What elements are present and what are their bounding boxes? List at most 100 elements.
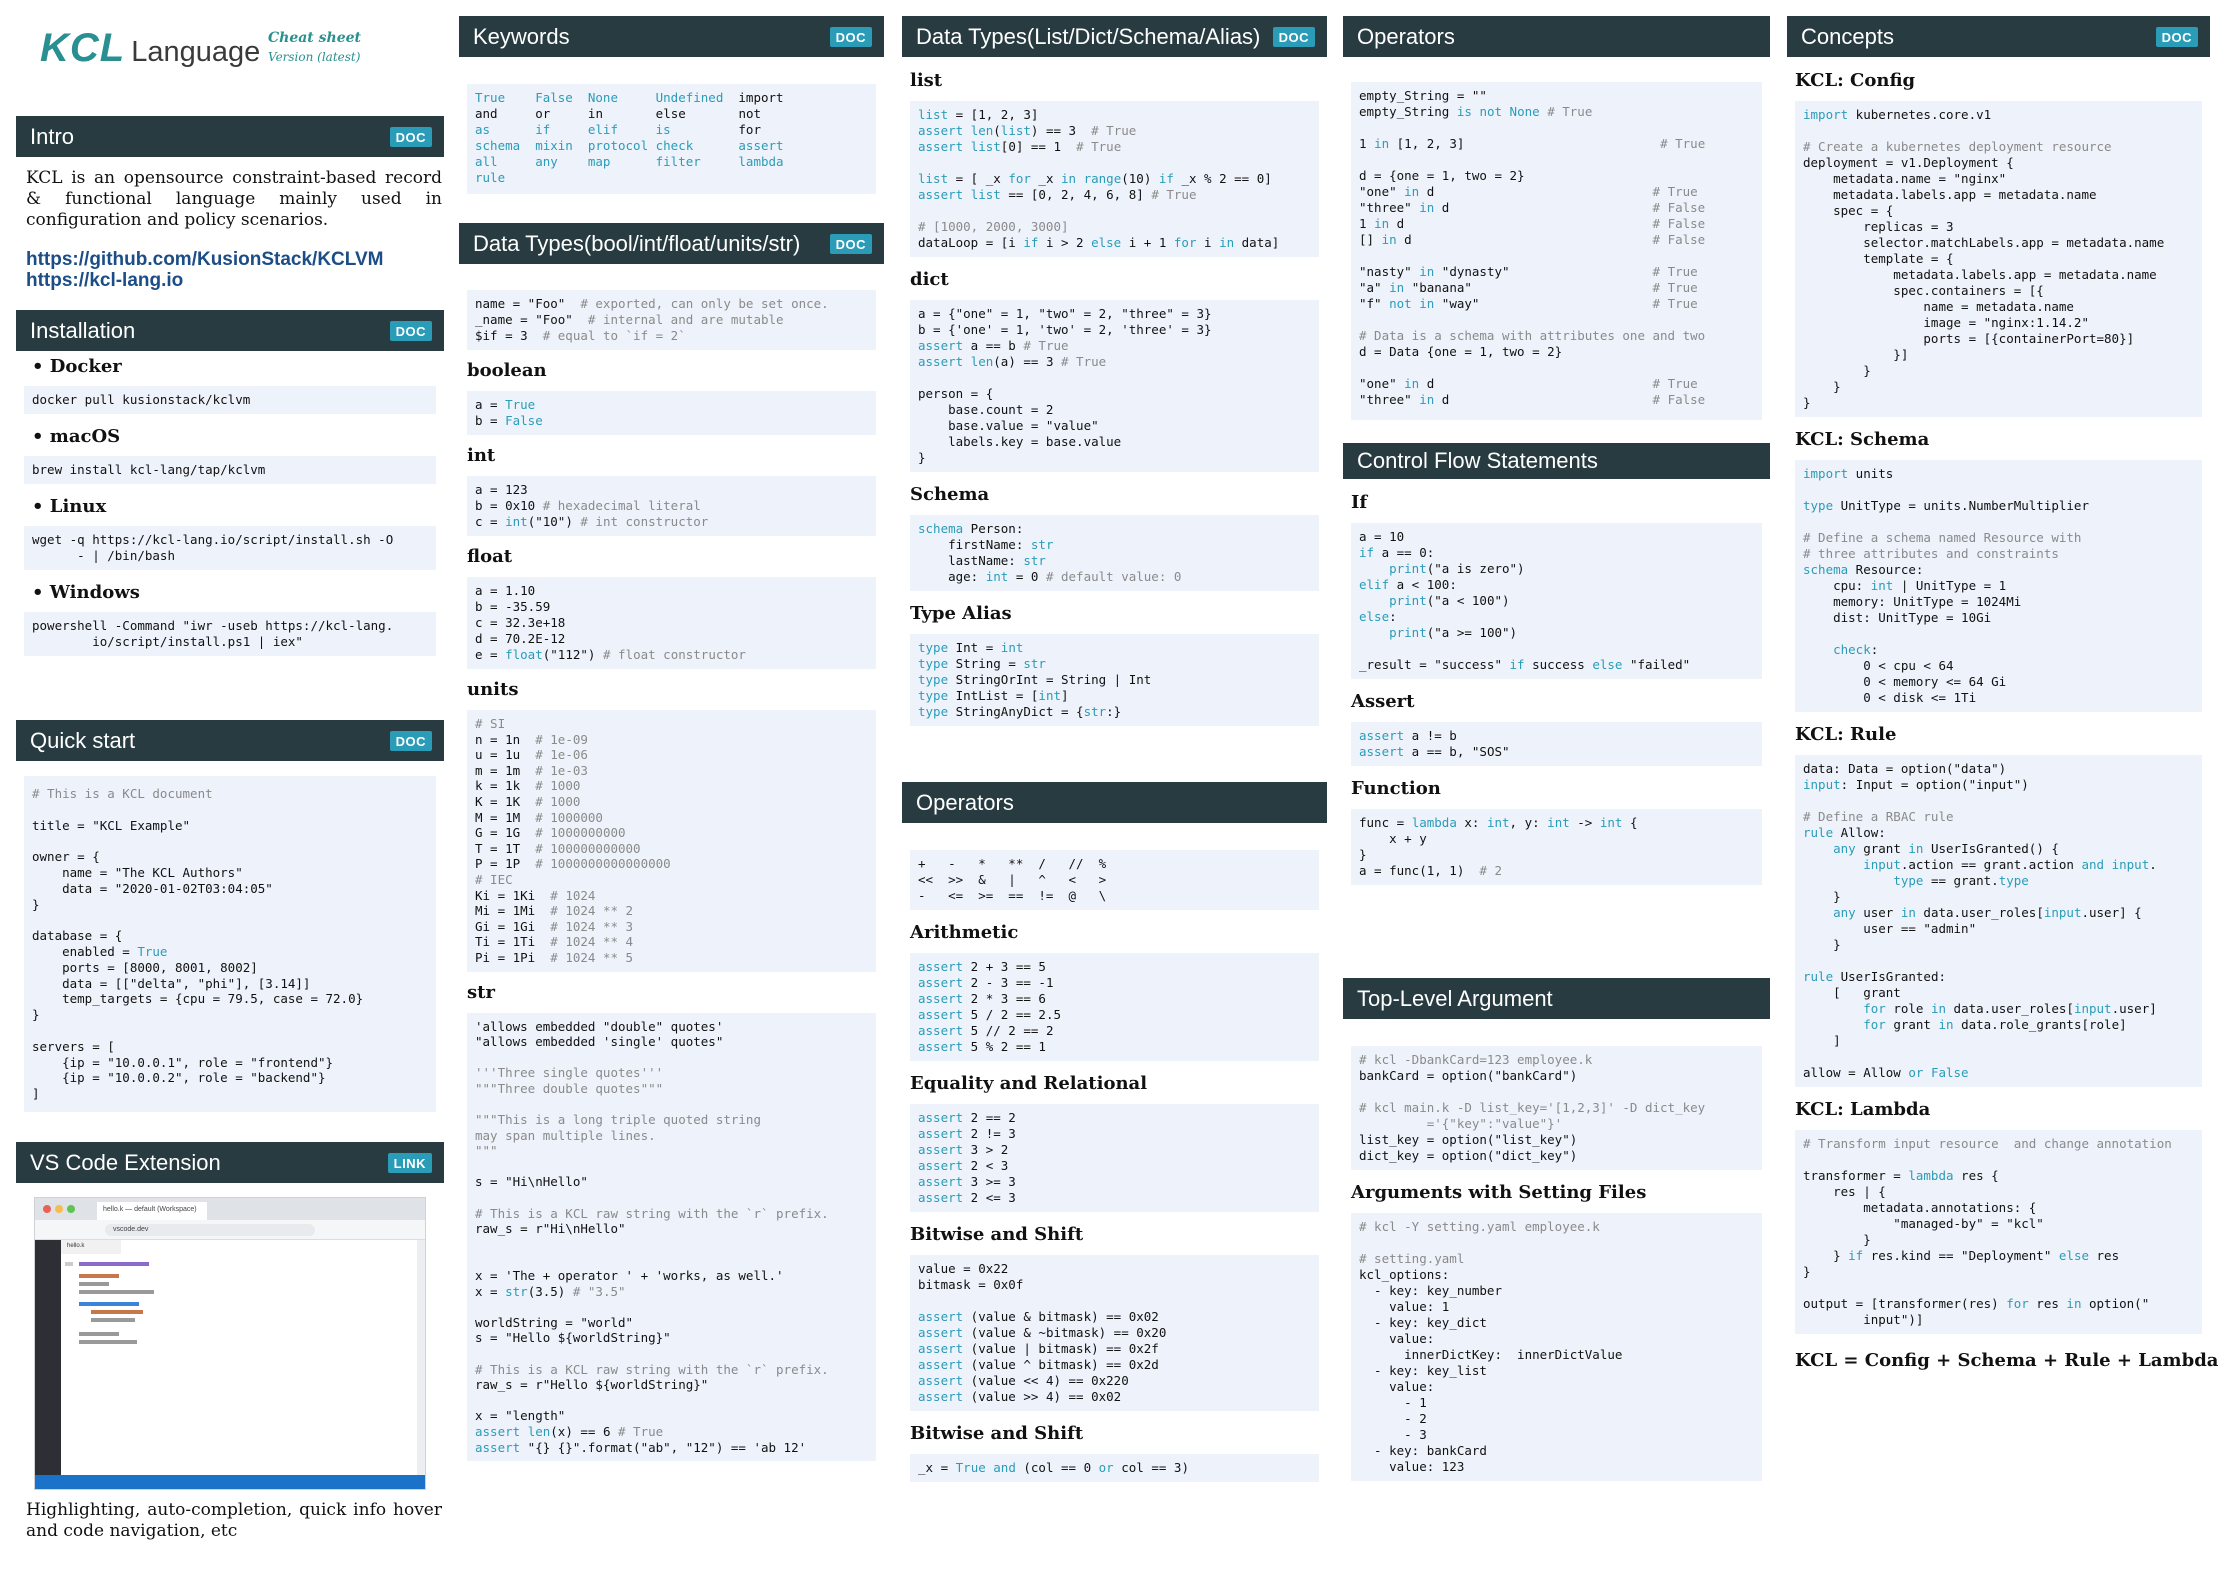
code-line	[79, 1302, 139, 1306]
quickstart-header: Quick start DOC	[16, 720, 444, 761]
datatypes2-doc-badge[interactable]: DOC	[1272, 26, 1315, 47]
keywords-header: Keywords DOC	[459, 16, 884, 57]
quickstart-code: # This is a KCL document title = "KCL Ex…	[24, 776, 436, 1112]
datatypes1-header: Data Types(bool/int/float/units/str) DOC	[459, 223, 884, 264]
operators1-body: empty_String = "" empty_String is not No…	[1351, 82, 1762, 420]
quickstart-title: Quick start	[30, 727, 136, 753]
maximize-dot-icon	[67, 1205, 75, 1213]
intro-header: Intro DOC	[16, 116, 444, 157]
function-heading: Function	[1351, 778, 1441, 799]
rule-heading: KCL: Rule	[1795, 724, 1897, 745]
operators2-section: Operators	[902, 782, 1327, 823]
toplevel-section: Top-Level Argument	[1343, 978, 1770, 1019]
list-heading: list	[910, 70, 943, 91]
if-heading: If	[1351, 492, 1368, 513]
datatypes2-body: list list = [1, 2, 3] assert len(list) =…	[910, 70, 1319, 726]
quickstart-doc-badge[interactable]: DOC	[389, 730, 432, 751]
concepts-doc-badge[interactable]: DOC	[2155, 26, 2198, 47]
equality-heading: Equality and Relational	[910, 1073, 1148, 1094]
docker-label: Docker	[49, 356, 122, 377]
toplevel-body: # kcl -DbankCard=123 employee.k bankCard…	[1351, 1046, 1762, 1481]
setting-code: # kcl -Y setting.yaml employee.k # setti…	[1351, 1213, 1762, 1481]
schema-concept-heading: KCL: Schema	[1795, 429, 1930, 450]
vscode-title: VS Code Extension	[30, 1149, 221, 1175]
editor-tab: hello.k	[61, 1240, 121, 1254]
setting-heading: Arguments with Setting Files	[1351, 1182, 1647, 1203]
int-heading: int	[467, 445, 496, 466]
assignment-code: name = "Foo" # exported, can only be set…	[467, 290, 876, 350]
linux-code: wget -q https://kcl-lang.io/script/insta…	[24, 526, 436, 570]
installation-header: Installation DOC	[16, 310, 444, 351]
datatypes2-section: Data Types(List/Dict/Schema/Alias) DOC	[902, 16, 1327, 57]
keywords-doc-badge[interactable]: DOC	[829, 26, 872, 47]
editor-scrollbar[interactable]	[417, 1240, 425, 1475]
column-1: Intro DOC KCL is an opensource constrain…	[16, 16, 444, 1576]
concepts-title: Concepts	[1801, 23, 1894, 49]
operators2-header: Operators	[902, 782, 1327, 823]
schema-concept-code: import units type UnitType = units.Numbe…	[1795, 460, 2202, 712]
browser-url: vscode.dev	[105, 1224, 315, 1236]
quickstart-body: # This is a KCL document title = "KCL Ex…	[24, 776, 436, 1112]
concepts-header: Concepts DOC	[1787, 16, 2210, 57]
operators1-header: Operators	[1343, 16, 1770, 57]
code-line	[79, 1262, 149, 1266]
operators2-title: Operators	[916, 789, 1014, 815]
operators2-body: + - * ** / // % << >> & | ^ < > - <= >= …	[910, 850, 1319, 1482]
datatypes2-title: Data Types(List/Dict/Schema/Alias)	[916, 23, 1261, 49]
intro-body: KCL is an opensource constraint-based re…	[26, 168, 442, 291]
status-bar	[35, 1475, 425, 1489]
macos-heading: • macOS	[32, 426, 121, 447]
installation-section: Installation DOC	[16, 310, 444, 351]
lambda-code: # Transform input resource and change an…	[1795, 1130, 2202, 1334]
vscode-link-badge[interactable]: LINK	[387, 1152, 432, 1173]
bitwise-code-1: value = 0x22 bitmask = 0x0f assert (valu…	[910, 1255, 1319, 1411]
browser-tab: hello.k — default (Workspace)	[97, 1202, 207, 1220]
vscode-header: VS Code Extension LINK	[16, 1142, 444, 1183]
code-line	[79, 1332, 119, 1336]
toplevel-header: Top-Level Argument	[1343, 978, 1770, 1019]
column-4: Operators empty_String = "" empty_String…	[1343, 16, 1770, 1576]
code-line	[79, 1282, 109, 1286]
installation-doc-badge[interactable]: DOC	[389, 320, 432, 341]
str-heading: str	[467, 981, 495, 1003]
code-line	[79, 1274, 119, 1278]
website-link[interactable]: https://kcl-lang.io	[26, 270, 442, 291]
if-code: a = 10 if a == 0: print("a is zero") eli…	[1351, 523, 1762, 679]
schema-code: schema Person: firstName: str lastName: …	[910, 515, 1319, 591]
dict-heading: dict	[910, 269, 949, 290]
toplevel-title: Top-Level Argument	[1357, 985, 1553, 1011]
linux-label: Linux	[49, 496, 107, 517]
alias-heading: Type Alias	[910, 603, 1012, 624]
installation-body: • Docker docker pull kusionstack/kclvm •…	[24, 356, 436, 656]
keywords-section: Keywords DOC	[459, 16, 884, 57]
column-3: Data Types(List/Dict/Schema/Alias) DOC l…	[902, 16, 1327, 1576]
datatypes1-title: Data Types(bool/int/float/units/str)	[473, 230, 801, 256]
equality-code: assert 2 == 2 assert 2 != 3 assert 3 > 2…	[910, 1104, 1319, 1212]
toplevel-code: # kcl -DbankCard=123 employee.k bankCard…	[1351, 1046, 1762, 1170]
operators1-section: Operators	[1343, 16, 1770, 57]
code-line	[65, 1262, 73, 1266]
datatypes1-body: name = "Foo" # exported, can only be set…	[467, 290, 876, 1462]
intro-doc-badge[interactable]: DOC	[389, 126, 432, 147]
vscode-caption-box: Highlighting, auto-completion, quick inf…	[26, 1500, 442, 1542]
datatypes1-doc-badge[interactable]: DOC	[829, 233, 872, 254]
units-code: # SI n = 1n # 1e-09 u = 1u # 1e-06 m = 1…	[467, 710, 876, 972]
lambda-heading: KCL: Lambda	[1795, 1099, 1931, 1120]
boolean-code: a = True b = False	[467, 391, 876, 435]
bitwise-heading-1: Bitwise and Shift	[910, 1224, 1084, 1245]
list-code: list = [1, 2, 3] assert len(list) == 3 #…	[910, 101, 1319, 257]
control-header: Control Flow Statements	[1343, 443, 1770, 479]
vscode-section: VS Code Extension LINK	[16, 1142, 444, 1183]
column-5: Concepts DOC KCL: Config import kubernet…	[1787, 16, 2218, 1576]
vscode-caption: Highlighting, auto-completion, quick inf…	[26, 1500, 442, 1541]
close-dot-icon	[43, 1205, 51, 1213]
github-link[interactable]: https://github.com/KusionStack/KCLVM	[26, 249, 442, 270]
schema-heading: Schema	[910, 484, 990, 505]
dict-code: a = {"one" = 1, "two" = 2, "three" = 3} …	[910, 300, 1319, 472]
datatypes2-header: Data Types(List/Dict/Schema/Alias) DOC	[902, 16, 1327, 57]
installation-title: Installation	[30, 317, 136, 343]
units-heading: units	[467, 679, 519, 700]
minimize-dot-icon	[55, 1205, 63, 1213]
concepts-section: Concepts DOC	[1787, 16, 2210, 57]
browser-address-bar: vscode.dev	[35, 1220, 425, 1240]
